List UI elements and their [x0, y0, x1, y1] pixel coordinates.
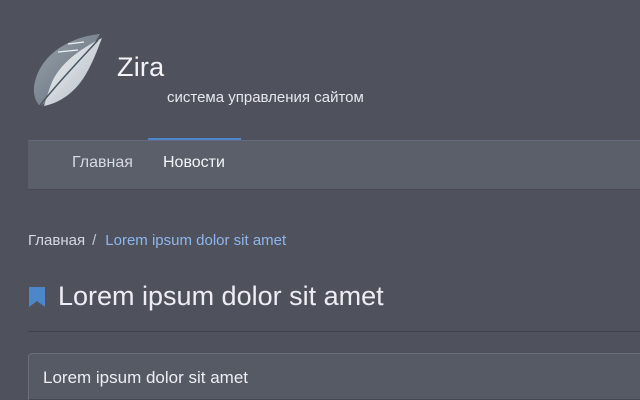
nav-item-news[interactable]: Новости — [163, 154, 225, 172]
site-name[interactable]: Zira — [117, 52, 164, 83]
leaf-logo-icon[interactable] — [28, 30, 106, 110]
page: Zira система управления сайтом Главная Н… — [0, 0, 640, 400]
nav-item-home[interactable]: Главная — [72, 154, 133, 172]
breadcrumb-current: Lorem ipsum dolor sit amet — [105, 232, 287, 249]
bookmark-icon — [29, 286, 45, 307]
breadcrumb: Главная / Lorem ipsum dolor sit amet — [28, 232, 286, 249]
article-card: Lorem ipsum dolor sit amet — [28, 353, 640, 400]
article-card-title: Lorem ipsum dolor sit amet — [43, 368, 249, 387]
title-divider — [28, 331, 640, 332]
page-title: Lorem ipsum dolor sit amet — [58, 281, 384, 311]
page-title-row: Lorem ipsum dolor sit amet — [28, 281, 384, 312]
site-brand[interactable] — [28, 30, 116, 110]
nav-active-indicator — [148, 138, 241, 140]
breadcrumb-home-link[interactable]: Главная — [28, 232, 85, 249]
breadcrumb-separator: / — [92, 232, 97, 249]
site-tagline: система управления сайтом — [167, 89, 364, 106]
